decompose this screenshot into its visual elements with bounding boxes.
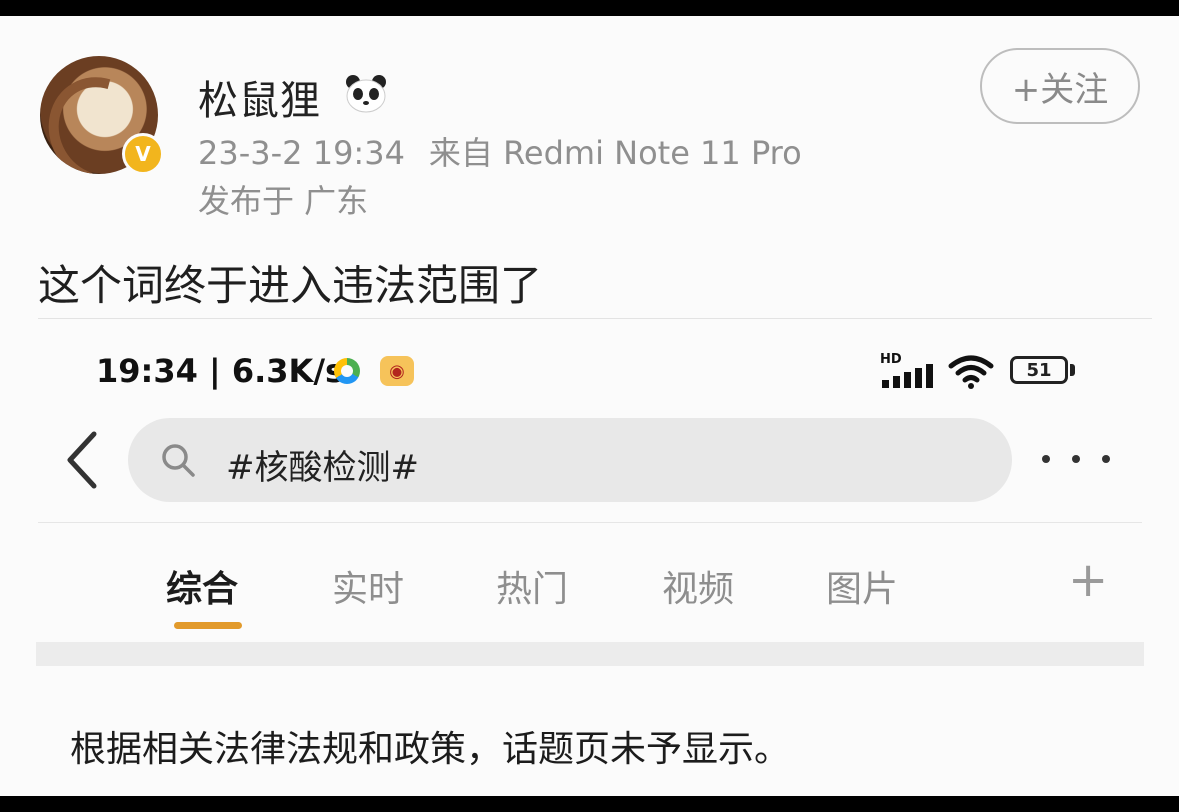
post-timestamp: 23-3-2 19:34 xyxy=(198,134,405,172)
tab-realtime[interactable]: 实时 xyxy=(332,560,404,612)
battery-icon: 51 xyxy=(1010,356,1068,384)
screenshot-frame: V 松鼠狸 23-3-2 19:34 来自 Redmi Note 11 Pro 发… xyxy=(0,16,1179,796)
search-icon xyxy=(162,444,195,477)
search-query[interactable]: #核酸检测# xyxy=(226,440,419,489)
verified-badge-icon: V xyxy=(122,133,164,175)
more-icon[interactable] xyxy=(1042,444,1110,474)
status-time: 19:34 | 6.3K/s xyxy=(96,352,345,390)
tab-images[interactable]: 图片 xyxy=(826,560,898,612)
weibo-notification-icon: ◉ xyxy=(380,356,414,386)
follow-button[interactable]: +关注 xyxy=(980,48,1140,124)
username[interactable]: 松鼠狸 xyxy=(198,68,321,126)
post-location: 发布于 广东 xyxy=(198,182,369,220)
tab-comprehensive[interactable]: 综合 xyxy=(166,560,238,612)
back-icon[interactable] xyxy=(62,430,102,490)
add-tab-button[interactable]: + xyxy=(1068,556,1108,604)
notice-text: 根据相关法律法规和政策，话题页未予显示。 xyxy=(70,729,791,770)
divider xyxy=(38,522,1142,523)
post-source: 来自 Redmi Note 11 Pro xyxy=(428,134,802,172)
app-notification-icon xyxy=(334,358,360,384)
battery-cap xyxy=(1070,364,1075,376)
tab-video[interactable]: 视频 xyxy=(662,560,734,612)
signal-icon xyxy=(882,364,933,388)
active-tab-indicator xyxy=(174,622,242,629)
panda-icon xyxy=(346,75,386,113)
post-text: 这个词终于进入违法范围了 xyxy=(38,261,543,310)
wifi-icon xyxy=(948,355,994,389)
post-meta: 23-3-2 19:34 来自 Redmi Note 11 Pro xyxy=(198,128,802,174)
section-separator xyxy=(36,642,1144,666)
tab-hot[interactable]: 热门 xyxy=(496,560,568,612)
divider xyxy=(38,318,1152,319)
